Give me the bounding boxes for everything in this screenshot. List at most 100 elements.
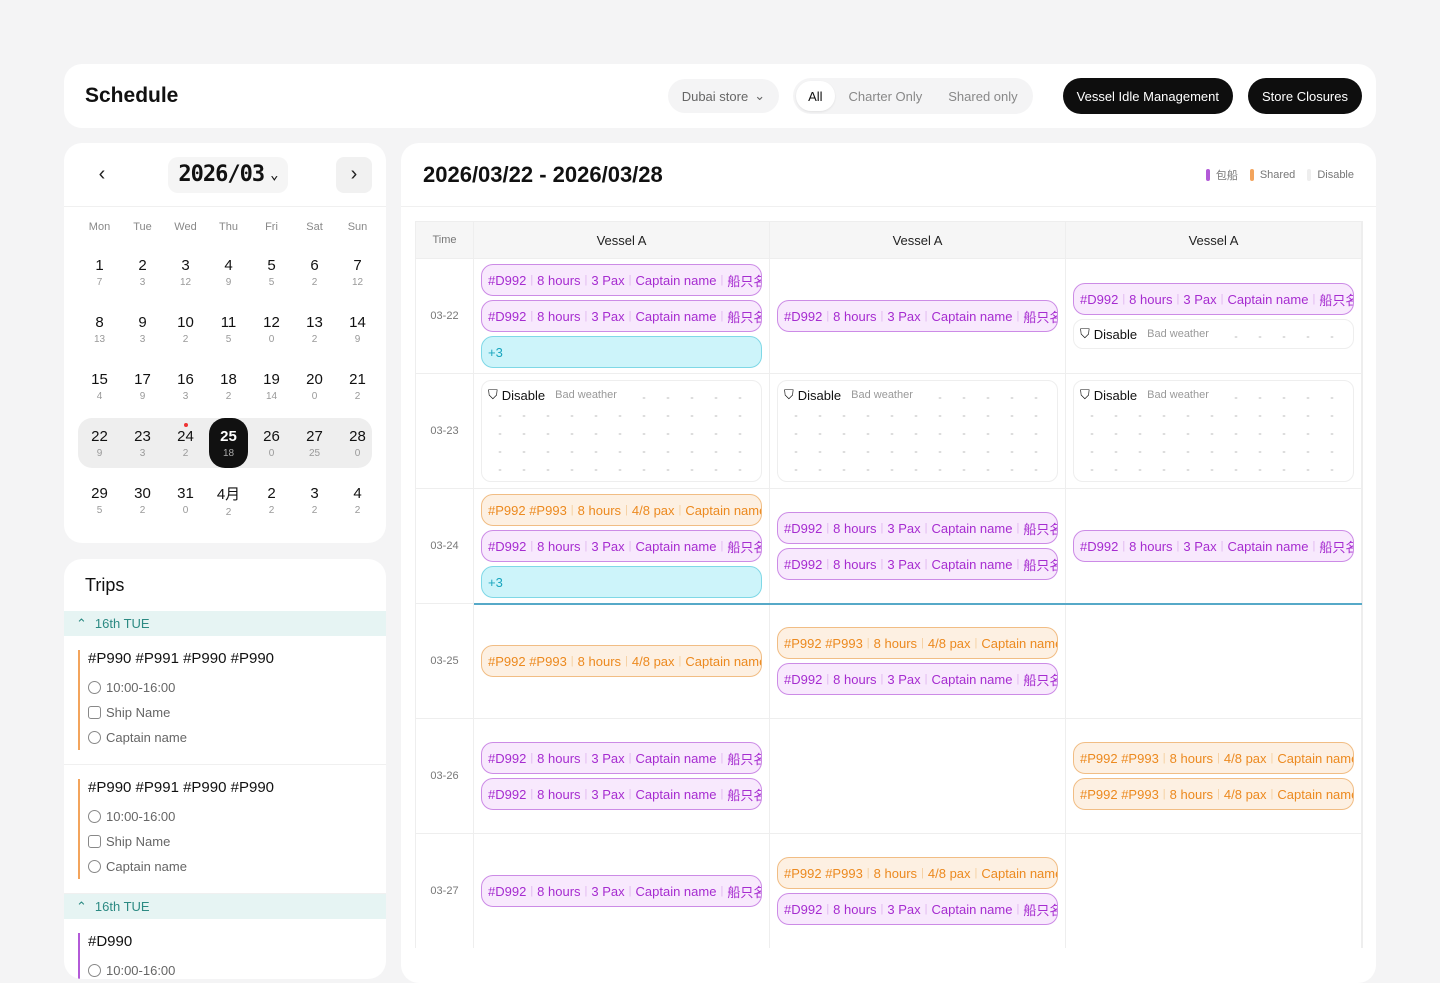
calendar-day[interactable]: 19 14 — [250, 361, 293, 411]
charter-trip-chip[interactable]: #D992|8 hours|3 Pax|Captain name|船只名 — [481, 264, 762, 296]
schedule-cell[interactable]: #P992 #P993 | 8 hours | 4/8 pax | Captain name… — [770, 834, 1066, 948]
vessel-idle-management-button[interactable]: Vessel Idle Management — [1062, 78, 1234, 114]
charter-trip-chip[interactable]: #D992|8 hours|3 Pax|Captain name|船只名 — [481, 778, 762, 810]
chip-code: #D992 — [784, 901, 823, 917]
calendar-day[interactable]: 15 4 — [78, 361, 121, 411]
calendar-day[interactable]: 11 5 — [207, 304, 250, 354]
schedule-cell[interactable] — [770, 719, 1066, 833]
charter-trip-chip[interactable]: #D992|8 hours|3 Pax|Captain name|船只名 — [777, 300, 1058, 332]
store-select[interactable]: Dubai store ⌄ — [667, 79, 780, 113]
calendar-day[interactable]: 17 — [78, 247, 121, 297]
calendar-day[interactable]: 31 0 — [164, 475, 207, 525]
shared-trip-chip[interactable]: #P992 #P993 | 8 hours | 4/8 pax | Captain name — [481, 494, 762, 526]
calendar-day[interactable]: 12 0 — [250, 304, 293, 354]
filter-shared-only[interactable]: Shared only — [936, 81, 1029, 111]
calendar-day[interactable]: 16 3 — [164, 361, 207, 411]
shared-trip-chip[interactable]: #P992 #P993 | 8 hours | 4/8 pax | Captain name — [1073, 778, 1354, 810]
calendar-day[interactable]: 7 12 — [336, 247, 379, 297]
chip-captain: Captain name — [635, 750, 717, 766]
charter-trip-chip[interactable]: #D992|8 hours|3 Pax|Captain name|船只名 — [777, 548, 1058, 580]
calendar-day[interactable]: 3 12 — [164, 247, 207, 297]
calendar-day[interactable]: 22 9 — [78, 418, 121, 468]
charter-trip-chip[interactable]: #D992|8 hours|3 Pax|Captain name|船只名 — [481, 742, 762, 774]
calendar-day[interactable]: 26 0 — [250, 418, 293, 468]
charter-trip-chip[interactable]: #D992|8 hours|3 Pax|Captain name|船只名 — [777, 663, 1058, 695]
calendar-day[interactable]: 20 0 — [293, 361, 336, 411]
clock-icon — [88, 681, 101, 694]
calendar-day[interactable]: 8 13 — [78, 304, 121, 354]
date-label: 03-25 — [416, 604, 474, 718]
schedule-cell[interactable]: #D992|8 hours|3 Pax|Captain name|船只名 #D99… — [770, 489, 1066, 603]
month-picker[interactable]: 2026/03 ⌄ — [168, 156, 288, 193]
calendar-day[interactable]: 55 — [250, 247, 293, 297]
calendar-day[interactable]: 62 — [293, 247, 336, 297]
calendar-day[interactable]: 13 2 — [293, 304, 336, 354]
charter-trip-chip[interactable]: #D992|8 hours|3 Pax|Captain name|船只名 — [481, 530, 762, 562]
separator: | — [584, 788, 588, 800]
calendar-day[interactable]: 22 — [250, 475, 293, 525]
charter-trip-chip[interactable]: #D992|8 hours|3 Pax|Captain name|船只名 — [481, 300, 762, 332]
calendar-day[interactable]: 4月 2 — [207, 475, 250, 525]
schedule-cell[interactable]: #D992|8 hours|3 Pax|Captain name|船只名#D99… — [474, 719, 770, 833]
shared-trip-chip[interactable]: #P992 #P993 | 8 hours | 4/8 pax | Captain name — [777, 857, 1058, 889]
trip-group-header[interactable]: ⌃ 16th TUE — [64, 894, 386, 919]
calendar-day[interactable]: 23 3 — [121, 418, 164, 468]
prev-month-button[interactable]: ‹ — [84, 157, 120, 193]
calendar-day[interactable]: 14 9 — [336, 304, 379, 354]
trip-card[interactable]: #D990 10:00-16:00 — [64, 919, 386, 979]
schedule-cell[interactable]: #D992|8 hours|3 Pax|Captain name|船只名 — [474, 834, 770, 948]
schedule-cell[interactable]: ⛉ Disable Bad weather — [770, 374, 1066, 488]
schedule-cell[interactable]: #P992 #P993 | 8 hours | 4/8 pax | Captain name — [474, 604, 770, 718]
calendar-day[interactable]: 30 2 — [121, 475, 164, 525]
trip-card[interactable]: #P990 #P991 #P990 #P990 10:00-16:00 Ship… — [64, 765, 386, 894]
shared-trip-chip[interactable]: #P992 #P993 | 8 hours | 4/8 pax | Captain name — [777, 627, 1058, 659]
day-trip-count: 3 — [139, 276, 146, 288]
calendar-day[interactable]: 23 — [121, 247, 164, 297]
calendar-day[interactable]: 42 — [336, 475, 379, 525]
ship-icon — [88, 706, 101, 719]
store-closures-button[interactable]: Store Closures — [1248, 78, 1362, 114]
schedule-cell[interactable] — [1066, 834, 1362, 948]
calendar-day[interactable]: 18 2 — [207, 361, 250, 411]
calendar-day[interactable]: 49 — [207, 247, 250, 297]
chip-code: #D992 — [488, 272, 527, 288]
schedule-cell[interactable]: ⛉ Disable Bad weather — [1066, 374, 1362, 488]
filter-all[interactable]: All — [796, 81, 835, 111]
schedule-cell[interactable] — [1066, 604, 1362, 718]
schedule-cell[interactable]: #P992 #P993 | 8 hours | 4/8 pax | Captain name… — [474, 489, 770, 603]
charter-trip-chip[interactable]: #D992|8 hours|3 Pax|Captain name|船只名 — [777, 512, 1058, 544]
more-trips-chip[interactable]: +3 — [481, 336, 762, 368]
charter-trip-chip[interactable]: #D992|8 hours|3 Pax|Captain name|船只名 — [1073, 283, 1354, 315]
calendar-day[interactable]: 24 2 — [164, 418, 207, 468]
schedule-cell[interactable]: ⛉ Disable Bad weather — [474, 374, 770, 488]
calendar-day[interactable]: 10 2 — [164, 304, 207, 354]
calendar-day[interactable]: 21 2 — [336, 361, 379, 411]
chip-pax: 3 Pax — [591, 538, 625, 554]
charter-trip-chip[interactable]: #D992|8 hours|3 Pax|Captain name|船只名 — [481, 875, 762, 907]
calendar-day[interactable]: 93 — [121, 304, 164, 354]
calendar-day[interactable]: 17 9 — [121, 361, 164, 411]
schedule-cell[interactable]: #D992|8 hours|3 Pax|Captain name|船只名 — [770, 259, 1066, 373]
calendar-day[interactable]: 28 0 — [336, 418, 379, 468]
calendar-day[interactable]: 27 25 — [293, 418, 336, 468]
more-trips-chip[interactable]: +3 — [481, 566, 762, 598]
calendar-day[interactable]: 32 — [293, 475, 336, 525]
charter-trip-chip[interactable]: #D992|8 hours|3 Pax|Captain name|船只名 — [1073, 530, 1354, 562]
schedule-cell[interactable]: #D992|8 hours|3 Pax|Captain name|船只名#D99… — [474, 259, 770, 373]
filter-charter-only[interactable]: Charter Only — [837, 81, 935, 111]
day-trip-count: 9 — [225, 276, 232, 288]
schedule-cell[interactable]: #P992 #P993 | 8 hours | 4/8 pax | Captain name… — [770, 604, 1066, 718]
chip-captain: Captain name — [635, 786, 717, 802]
shared-trip-chip[interactable]: #P992 #P993 | 8 hours | 4/8 pax | Captain name — [481, 645, 762, 677]
next-month-button[interactable]: › — [336, 156, 372, 193]
calendar-day[interactable]: 25 18 — [209, 418, 248, 468]
schedule-cell[interactable]: #D992|8 hours|3 Pax|Captain name|船只名 — [1066, 489, 1362, 603]
shared-trip-chip[interactable]: #P992 #P993 | 8 hours | 4/8 pax | Captain name — [1073, 742, 1354, 774]
disabled-block: ⛉ Disable Bad weather — [777, 380, 1058, 482]
calendar-day[interactable]: 29 5 — [78, 475, 121, 525]
schedule-cell[interactable]: #P992 #P993 | 8 hours | 4/8 pax | Captain name… — [1066, 719, 1362, 833]
charter-trip-chip[interactable]: #D992|8 hours|3 Pax|Captain name|船只名 — [777, 893, 1058, 925]
trip-group-header[interactable]: ⌃ 16th TUE — [64, 611, 386, 636]
schedule-cell[interactable]: #D992|8 hours|3 Pax|Captain name|船只名⛉Dis… — [1066, 259, 1362, 373]
trip-card[interactable]: #P990 #P991 #P990 #P990 10:00-16:00 Ship… — [64, 636, 386, 765]
